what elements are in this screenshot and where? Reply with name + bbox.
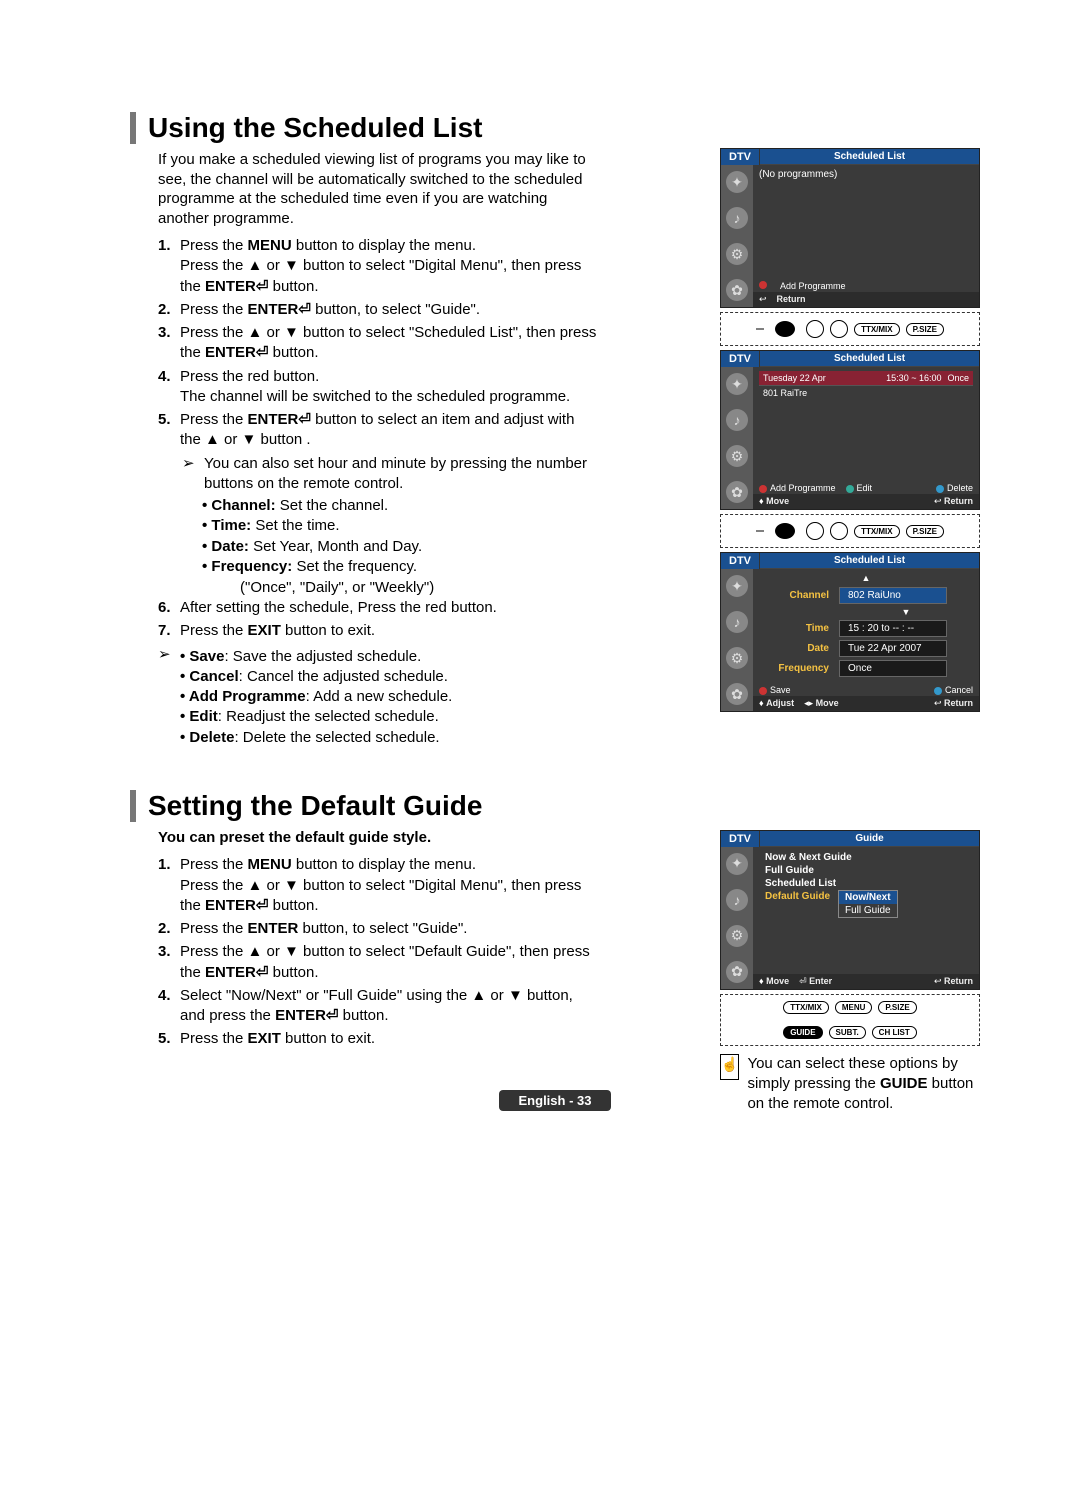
tv-title: Scheduled List bbox=[760, 149, 979, 165]
freq-field: Once bbox=[839, 660, 947, 677]
sched-freq: Once bbox=[947, 373, 969, 383]
arrow-icon: ➢ bbox=[182, 454, 204, 474]
psize-button: P.SIZE bbox=[906, 323, 944, 336]
steps-list-cont: 6. After setting the schedule, Press the… bbox=[158, 598, 598, 642]
step-number: 3. bbox=[158, 323, 180, 364]
tip-note: ☝ You can select these options by simply… bbox=[720, 1054, 980, 1115]
step-number: 4. bbox=[158, 367, 180, 408]
hand-icon: ☝ bbox=[720, 1054, 739, 1080]
step-body: Press the ENTER⏎ button to select an ite… bbox=[180, 410, 598, 451]
step-number: 5. bbox=[158, 410, 180, 451]
guide-item: Now & Next Guide bbox=[759, 851, 973, 864]
step-body: After setting the schedule, Press the re… bbox=[180, 598, 598, 618]
nav-icon: ✿ bbox=[726, 279, 748, 301]
channel-field: 802 RaiUno bbox=[839, 587, 947, 604]
tv-screenshot-form: DTV Scheduled List ✦♪⚙✿ ▲ Channel802 Rai… bbox=[720, 552, 980, 712]
arrow-icon: ➢ bbox=[158, 645, 180, 665]
date-field: Tue 22 Apr 2007 bbox=[839, 640, 947, 657]
return-label: Return bbox=[777, 294, 806, 305]
add-programme-label: Add Programme bbox=[780, 281, 846, 291]
note-arrow: ➢ You can also set hour and minute by pr… bbox=[182, 454, 602, 495]
nav-icon: ♪ bbox=[726, 207, 748, 229]
steps-list: 1. Press the MENU button to display the … bbox=[158, 236, 598, 451]
note-arrow: ➢ Save: Save the adjusted schedule. Canc… bbox=[158, 645, 578, 750]
no-programmes-label: (No programmes) bbox=[759, 169, 973, 180]
step-body: Press the ▲ or ▼ button to select "Sched… bbox=[180, 323, 598, 364]
dtv-badge: DTV bbox=[721, 149, 760, 165]
remote-hint-3: TTX/MIX MENU P.SIZE GUIDE SUBT. CH LIST bbox=[720, 994, 980, 1046]
step-number: 1. bbox=[158, 236, 180, 297]
sched-channel: 801 RaiTre bbox=[759, 386, 973, 400]
guide-item: Scheduled List bbox=[759, 877, 973, 890]
guide-button-highlight: GUIDE bbox=[783, 1026, 822, 1039]
step-body: Press the EXIT button to exit. bbox=[180, 621, 598, 641]
guide-item: Full Guide bbox=[759, 864, 973, 877]
sched-date: Tuesday 22 Apr bbox=[763, 373, 826, 383]
nav-icon: ✦ bbox=[726, 171, 748, 193]
intro-paragraph: If you make a scheduled viewing list of … bbox=[158, 150, 598, 228]
steps-list-2: 1. Press the MENU button to display the … bbox=[158, 855, 598, 1049]
step-number: 6. bbox=[158, 598, 180, 618]
default-guide-combo: Now/Next Full Guide bbox=[838, 890, 898, 918]
sched-time: 15:30 ~ 16:00 bbox=[886, 373, 941, 383]
section-title-default-guide: Setting the Default Guide bbox=[130, 790, 980, 822]
tv-screenshot-guide-menu: DTV Guide ✦♪⚙✿ Now & Next Guide Full Gui… bbox=[720, 830, 980, 990]
step-body: Press the ENTER⏎ button, to select "Guid… bbox=[180, 300, 598, 320]
tv-title: Scheduled List bbox=[760, 351, 979, 367]
nav-icon: ⚙ bbox=[726, 243, 748, 265]
step-number: 7. bbox=[158, 621, 180, 641]
step-number: 2. bbox=[158, 300, 180, 320]
dash-icon: ⎯ bbox=[756, 320, 764, 338]
tail-bullets: Save: Save the adjusted schedule. Cancel… bbox=[180, 647, 452, 748]
time-field: 15 : 20 to -- : -- bbox=[839, 620, 947, 637]
page-number: English - 33 bbox=[499, 1090, 612, 1111]
guide-item-selected: Default Guide bbox=[759, 890, 830, 903]
remote-hint-2: ⎯ TTX/MIX P.SIZE bbox=[720, 514, 980, 548]
dtv-badge: DTV bbox=[721, 351, 760, 367]
remote-hint-1: ⎯ TTX/MIX P.SIZE bbox=[720, 312, 980, 346]
intro-bold: You can preset the default guide style. bbox=[158, 828, 598, 848]
step-body: Press the red button. The channel will b… bbox=[180, 367, 598, 408]
tv-screenshot-empty-list: DTV Scheduled List ✦ ♪ ⚙ ✿ (No programme… bbox=[720, 148, 980, 308]
step-body: Press the MENU button to display the men… bbox=[180, 236, 598, 297]
red-button-icon bbox=[806, 320, 824, 338]
tv-screenshot-one-item: DTV Scheduled List ✦♪⚙✿ Tuesday 22 Apr 1… bbox=[720, 350, 980, 510]
section-title-scheduled-list: Using the Scheduled List bbox=[130, 112, 980, 144]
ttx-button: TTX/MIX bbox=[854, 323, 900, 336]
button-icon bbox=[830, 320, 848, 338]
